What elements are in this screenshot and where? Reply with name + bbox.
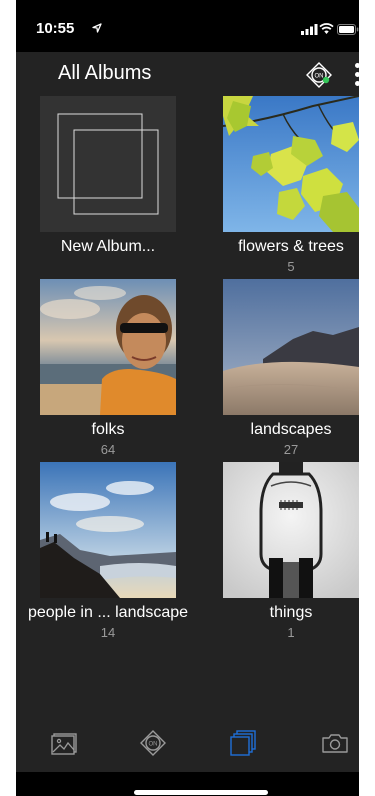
sync-status-icon: ON xyxy=(140,730,166,756)
sync-status-button[interactable]: ON xyxy=(305,61,333,89)
status-time: 10:55 xyxy=(36,20,75,37)
albums-icon xyxy=(230,730,256,756)
album-cover-folks[interactable] xyxy=(40,279,176,415)
album-cover-image xyxy=(223,462,359,598)
bottom-tab-bar: ON xyxy=(16,718,359,772)
location-arrow-icon xyxy=(92,23,102,33)
album-count: 14 xyxy=(100,625,116,640)
album-name: things xyxy=(269,604,313,621)
tab-camera[interactable] xyxy=(320,728,350,758)
album-cover-image xyxy=(223,96,359,232)
album-cover-things[interactable] xyxy=(223,462,359,598)
album-count: 64 xyxy=(100,442,116,457)
album-count: 27 xyxy=(283,442,299,457)
more-menu-button[interactable] xyxy=(352,61,359,89)
signal-bars-icon xyxy=(301,24,318,35)
album-count: 1 xyxy=(287,625,295,640)
album-cover-flowers-trees[interactable] xyxy=(223,96,359,232)
album-name: people in ... landscape xyxy=(27,604,189,621)
svg-text:ON: ON xyxy=(149,742,158,748)
album-name: folks xyxy=(91,421,125,438)
camera-icon xyxy=(322,734,348,753)
album-count: 5 xyxy=(287,259,295,274)
tab-sync[interactable]: ON xyxy=(138,728,168,758)
photos-icon xyxy=(51,733,77,755)
svg-text:ON: ON xyxy=(315,74,324,80)
phone-screen: 10:55 All Albums ON New Album... flowers… xyxy=(16,0,359,796)
album-name: New Album... xyxy=(60,238,156,255)
album-name: flowers & trees xyxy=(238,238,344,255)
home-indicator-area xyxy=(16,772,359,796)
new-album-icon xyxy=(40,96,176,232)
album-cover-landscapes[interactable] xyxy=(223,279,359,415)
more-vertical-icon xyxy=(352,63,359,86)
new-album-tile[interactable] xyxy=(40,96,176,232)
wifi-icon xyxy=(319,23,334,34)
album-cover-image xyxy=(40,462,176,598)
battery-icon xyxy=(337,24,359,35)
album-cover-image xyxy=(40,279,176,415)
status-bar: 10:55 xyxy=(16,0,359,52)
sync-status-icon: ON xyxy=(306,62,332,88)
album-name: landscapes xyxy=(250,421,332,438)
tab-albums[interactable] xyxy=(228,728,258,758)
album-cover-people-in-landscape[interactable] xyxy=(40,462,176,598)
album-cover-image xyxy=(223,279,359,415)
page-title: All Albums xyxy=(58,62,152,84)
home-indicator[interactable] xyxy=(134,790,268,795)
albums-screen: All Albums ON New Album... flowers & tre… xyxy=(16,52,359,772)
tab-photos[interactable] xyxy=(50,728,80,758)
